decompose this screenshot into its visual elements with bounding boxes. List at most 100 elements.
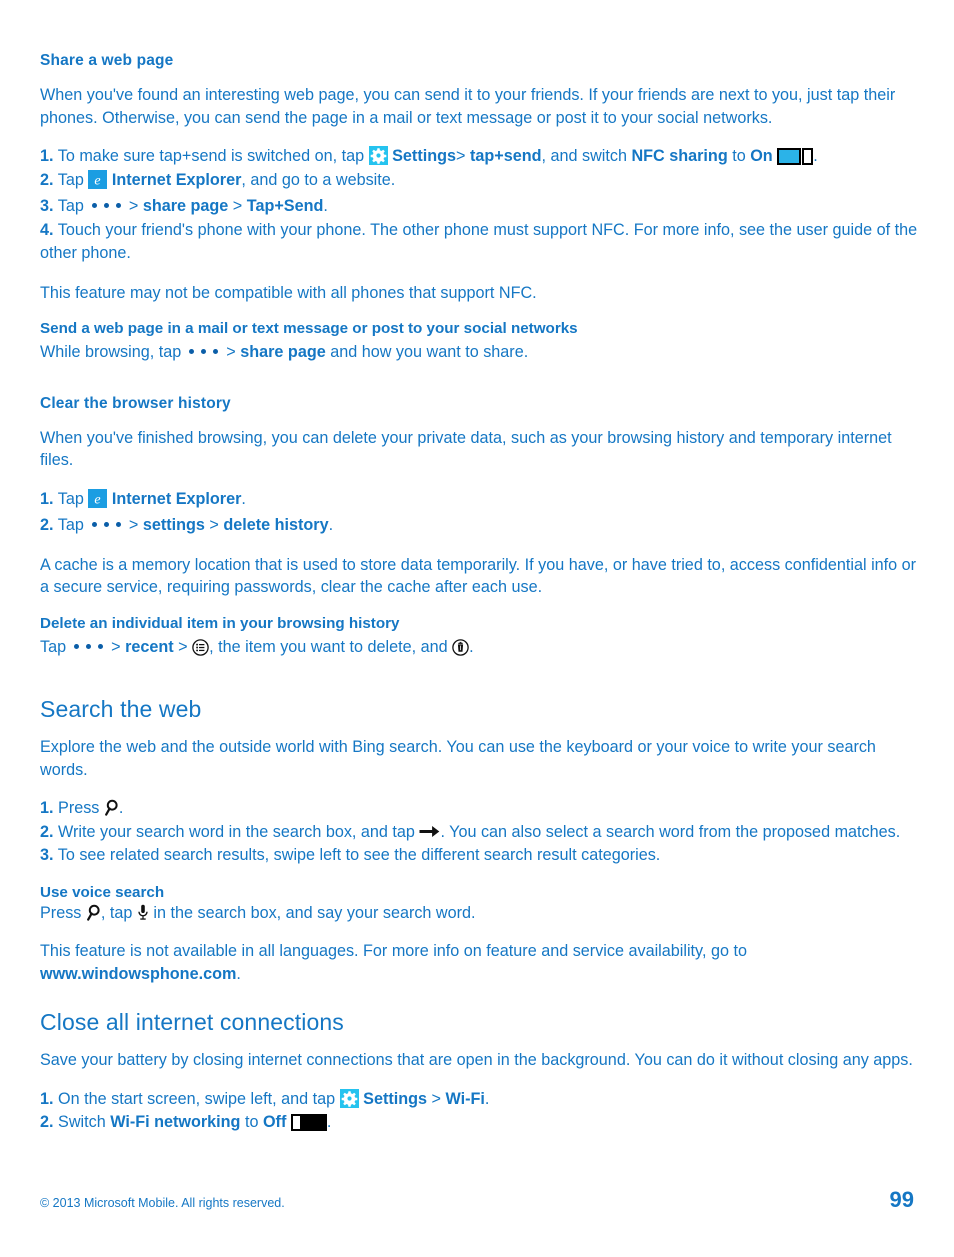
- instruction-mid: , the item you want to delete, and: [209, 637, 448, 656]
- separator: >: [128, 516, 139, 534]
- manual-page: Share a web page When you've found an in…: [0, 0, 954, 1257]
- send-a-web-page-instruction: While browsing, tap > share page and how…: [40, 338, 918, 364]
- separator: >: [431, 1089, 441, 1108]
- toggle-on-icon: [777, 148, 814, 165]
- separator: >: [178, 637, 188, 656]
- search-magnifier-icon: [104, 799, 119, 816]
- step-text-post: . You can also select a search word from…: [440, 822, 901, 841]
- use-voice-search-instruction: Press , tap in the search box, and say y…: [40, 902, 918, 925]
- instruction-pre: While browsing, tap: [40, 343, 182, 361]
- page-number: 99: [889, 1187, 914, 1212]
- link-windowsphone-com[interactable]: www.windowsphone.com: [40, 965, 236, 983]
- step-text: To make sure tap+send is switched on, ta…: [57, 147, 365, 165]
- menu-target-tap-send: Tap+Send: [246, 197, 324, 215]
- step-item: 2. Write your search word in the search …: [40, 821, 918, 845]
- step-end: .: [326, 1113, 332, 1131]
- step-text: Switch: [58, 1113, 106, 1131]
- step-text: Write your search word in the search box…: [58, 822, 415, 841]
- step-item: 1. To make sure tap+send is switched on,…: [40, 145, 918, 169]
- step-text: Press: [58, 799, 100, 817]
- step-text: Tap: [57, 197, 84, 215]
- delete-individual-item-instruction: Tap > recent > , the item you want to de…: [40, 633, 918, 659]
- step-item: 2. Tap e Internet Explorer, and go to a …: [40, 169, 918, 193]
- settings-gear-tile-icon: [368, 146, 388, 165]
- step-item: 1. Press .: [40, 797, 918, 821]
- menu-target-share-page: share page: [142, 197, 229, 215]
- separator: >: [111, 637, 121, 656]
- step-number: 1.: [40, 147, 54, 165]
- step-end: .: [813, 147, 818, 165]
- instruction-mid: , tap: [100, 903, 133, 922]
- app-name-internet-explorer: Internet Explorer: [111, 170, 242, 189]
- cache-note: A cache is a memory location that is use…: [40, 555, 917, 597]
- step-number: 1.: [40, 799, 54, 817]
- step-number: 2.: [40, 1113, 54, 1131]
- page-content: Share a web page When you've found an in…: [40, 52, 918, 1135]
- more-dots-icon: [186, 338, 222, 361]
- step-item: 2. Tap > settings > delete history.: [40, 511, 918, 538]
- svg-text:e: e: [95, 173, 101, 188]
- step-text: Tap: [57, 170, 84, 189]
- app-name-settings: Settings: [363, 1089, 428, 1108]
- step-item: 3. To see related search results, swipe …: [40, 844, 918, 868]
- clear-browser-history-intro: When you've finished browsing, you can d…: [40, 428, 892, 470]
- step-text: Tap: [57, 489, 84, 508]
- microphone-icon: [137, 904, 149, 921]
- instruction-pre: Press: [40, 903, 82, 922]
- menu-target-delete-history: delete history: [223, 516, 329, 534]
- section-heading-search-the-web: Search the web: [40, 696, 202, 722]
- toggle-off-icon: [290, 1114, 327, 1131]
- step-end: .: [241, 489, 246, 508]
- voice-search-availability-note: This feature is not available in all lan…: [40, 940, 918, 985]
- step-text: On the start screen, swipe left, and tap: [58, 1089, 336, 1108]
- setting-nfc-sharing: NFC sharing: [631, 147, 728, 165]
- search-magnifier-icon: [86, 904, 101, 921]
- internet-explorer-tile-icon: e: [88, 488, 108, 508]
- step-item: 1. On the start screen, swipe left, and …: [40, 1088, 918, 1112]
- menu-target-tap-send: tap+send: [469, 147, 542, 165]
- step-text-to: to: [732, 147, 746, 165]
- instruction-pre: Tap: [40, 637, 67, 656]
- step-number: 1.: [40, 489, 54, 508]
- step-text-to: to: [244, 1113, 259, 1131]
- note-end: .: [236, 964, 241, 983]
- section-heading-share-a-web-page: Share a web page: [40, 52, 174, 69]
- app-name-internet-explorer: Internet Explorer: [111, 489, 242, 508]
- delete-trash-circle-icon: [452, 638, 469, 656]
- step-text-post: , and go to a website.: [241, 170, 396, 189]
- subsection-heading-send-a-web-page: Send a web page in a mail or text messag…: [40, 320, 578, 337]
- setting-wifi-networking: Wi-Fi networking: [110, 1113, 241, 1131]
- step-number: 3.: [40, 197, 54, 215]
- step-number: 1.: [40, 1089, 54, 1108]
- step-number: 2.: [40, 822, 54, 841]
- step-text-mid: , and switch: [541, 147, 627, 165]
- separator: >: [226, 343, 236, 361]
- menu-target-settings: settings: [142, 516, 205, 534]
- note-text: This feature is not available in all lan…: [40, 942, 747, 960]
- recent-list-circle-icon: [192, 638, 209, 656]
- more-dots-icon: [88, 192, 124, 216]
- toggle-state-off: Off: [262, 1113, 287, 1131]
- step-number: 2.: [40, 170, 54, 189]
- menu-target-wifi: Wi-Fi: [445, 1089, 485, 1108]
- step-text: To see related search results, swipe lef…: [57, 846, 661, 864]
- share-web-page-intro: When you've found an interesting web pag…: [40, 86, 896, 127]
- svg-text:e: e: [95, 492, 101, 507]
- instruction-post: and how you want to share.: [330, 343, 529, 361]
- step-end: .: [328, 516, 334, 534]
- step-text: Tap: [57, 516, 84, 534]
- step-number: 2.: [40, 516, 54, 534]
- separator: >: [128, 197, 139, 215]
- step-number: 4.: [40, 220, 54, 239]
- share-web-page-note: This feature may not be compatible with …: [40, 283, 537, 302]
- page-footer: © 2013 Microsoft Mobile. All rights rese…: [40, 1187, 914, 1213]
- arrow-right-icon: [419, 824, 440, 839]
- separator: >: [455, 147, 466, 165]
- close-all-internet-connections-steps: 1. On the start screen, swipe left, and …: [40, 1088, 918, 1135]
- instruction-post: in the search box, and say your search w…: [153, 903, 476, 922]
- close-all-internet-connections-intro: Save your battery by closing internet co…: [40, 1051, 913, 1069]
- more-dots-icon: [88, 511, 124, 535]
